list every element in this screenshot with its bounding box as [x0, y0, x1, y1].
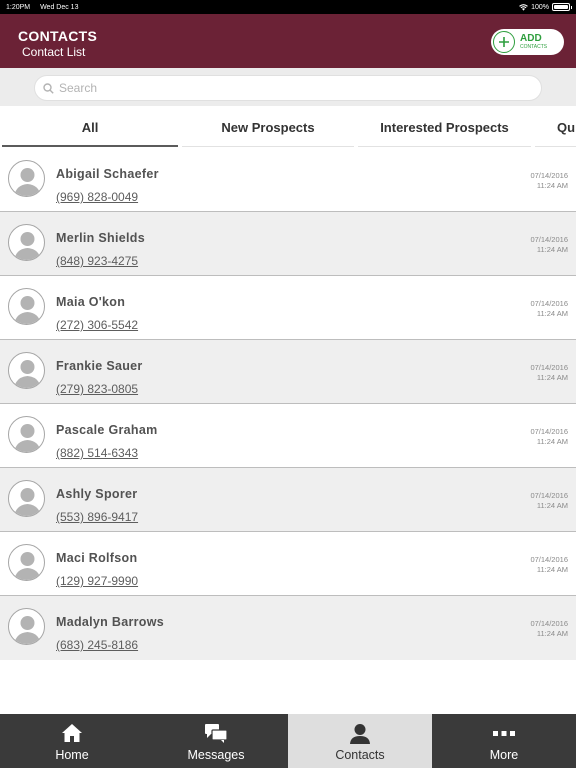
contact-name: Merlin Shields: [56, 231, 145, 245]
nav-messages-label: Messages: [187, 748, 245, 762]
contact-row[interactable]: Frankie Sauer (279) 823-0805 07/14/2016 1…: [0, 340, 576, 404]
add-label: ADD: [520, 33, 542, 44]
avatar-icon: [8, 288, 45, 325]
contact-phone-link[interactable]: (969) 828-0049: [56, 190, 138, 204]
contact-date: 07/14/2016: [530, 363, 568, 372]
contact-name: Madalyn Barrows: [56, 615, 165, 629]
page-title: CONTACTS: [18, 28, 98, 44]
contact-row[interactable]: Merlin Shields (848) 923-4275 07/14/2016…: [0, 212, 576, 276]
contact-row[interactable]: Madalyn Barrows (683) 245-8186 07/14/201…: [0, 596, 576, 660]
contact-phone-link[interactable]: (848) 923-4275: [56, 254, 138, 268]
tab-all[interactable]: All: [0, 106, 180, 148]
contact-name: Maci Rolfson: [56, 551, 138, 565]
tab-qu[interactable]: Qu: [533, 106, 576, 148]
wifi-icon: [519, 3, 528, 11]
search-icon: [43, 82, 54, 94]
contact-time: 11:24 AM: [536, 308, 568, 318]
contact-phone-link[interactable]: (553) 896-9417: [56, 510, 138, 524]
plus-icon: [493, 31, 515, 53]
search-bar: Search: [0, 68, 576, 106]
avatar-icon: [8, 480, 45, 517]
contact-date: 07/14/2016: [530, 171, 568, 180]
more-icon: [432, 731, 576, 737]
contact-phone-link[interactable]: (129) 927-9990: [56, 574, 138, 588]
avatar-icon: [8, 352, 45, 389]
contact-time: 11:24 AM: [536, 564, 568, 574]
contact-row[interactable]: Ashly Sporer (553) 896-9417 07/14/2016 11…: [0, 468, 576, 532]
page-subtitle: Contact List: [22, 45, 86, 59]
contact-time: 11:24 AM: [536, 180, 568, 190]
contact-date: 07/14/2016: [530, 491, 568, 500]
nav-home[interactable]: Home: [0, 714, 144, 768]
contact-row[interactable]: Abigail Schaefer (969) 828-0049 07/14/20…: [0, 148, 576, 212]
contact-phone-link[interactable]: (683) 245-8186: [56, 638, 138, 652]
bottom-nav: Home Messages Contacts More: [0, 714, 576, 768]
contact-time: 11:24 AM: [536, 372, 568, 382]
contact-name: Pascale Graham: [56, 423, 158, 437]
avatar-icon: [8, 544, 45, 581]
contact-time: 11:24 AM: [536, 628, 568, 638]
avatar-icon: [8, 224, 45, 261]
add-sublabel: CONTACTS: [520, 44, 548, 50]
status-date: Wed Dec 13: [40, 3, 79, 11]
contact-time: 11:24 AM: [536, 436, 568, 446]
search-input[interactable]: Search: [34, 75, 542, 101]
app-header: CONTACTS Contact List ADD CONTACTS: [0, 14, 576, 68]
contact-row[interactable]: Pascale Graham (882) 514-6343 07/14/2016…: [0, 404, 576, 468]
nav-more[interactable]: More: [432, 714, 576, 768]
status-bar: 1:20PM Wed Dec 13 100%: [0, 0, 576, 14]
nav-more-label: More: [489, 748, 519, 762]
contact-date: 07/14/2016: [530, 299, 568, 308]
nav-contacts[interactable]: Contacts: [288, 714, 432, 768]
battery-percent: 100%: [531, 3, 549, 11]
home-icon: [0, 723, 144, 743]
contact-date: 07/14/2016: [530, 619, 568, 628]
contact-list: Abigail Schaefer (969) 828-0049 07/14/20…: [0, 148, 576, 660]
tab-new-prospects[interactable]: New Prospects: [180, 106, 356, 148]
tab-interested-prospects[interactable]: Interested Prospects: [356, 106, 533, 148]
avatar-icon: [8, 608, 45, 645]
contact-phone-link[interactable]: (279) 823-0805: [56, 382, 138, 396]
contact-time: 11:24 AM: [536, 244, 568, 254]
contact-phone-link[interactable]: (272) 306-5542: [56, 318, 138, 332]
contact-name: Ashly Sporer: [56, 487, 138, 501]
contact-name: Frankie Sauer: [56, 359, 143, 373]
contact-row[interactable]: Maia O'kon (272) 306-5542 07/14/2016 11:2…: [0, 276, 576, 340]
contact-phone-link[interactable]: (882) 514-6343: [56, 446, 138, 460]
nav-contacts-label: Contacts: [335, 748, 385, 762]
avatar-icon: [8, 416, 45, 453]
contact-date: 07/14/2016: [530, 427, 568, 436]
nav-messages[interactable]: Messages: [144, 714, 288, 768]
contact-name: Maia O'kon: [56, 295, 126, 309]
contact-date: 07/14/2016: [530, 555, 568, 564]
contacts-icon: [288, 723, 432, 745]
nav-home-label: Home: [55, 748, 89, 762]
contact-date: 07/14/2016: [530, 235, 568, 244]
battery-icon: [552, 3, 572, 11]
status-time: 1:20PM: [6, 3, 31, 11]
contact-row[interactable]: Maci Rolfson (129) 927-9990 07/14/2016 11…: [0, 532, 576, 596]
messages-icon: [144, 723, 288, 743]
search-placeholder: Search: [59, 81, 98, 95]
filter-tabs: All New Prospects Interested Prospects Q…: [0, 106, 576, 148]
add-contacts-button[interactable]: ADD CONTACTS: [491, 29, 564, 55]
avatar-icon: [8, 160, 45, 197]
contact-time: 11:24 AM: [536, 500, 568, 510]
contact-name: Abigail Schaefer: [56, 167, 159, 181]
